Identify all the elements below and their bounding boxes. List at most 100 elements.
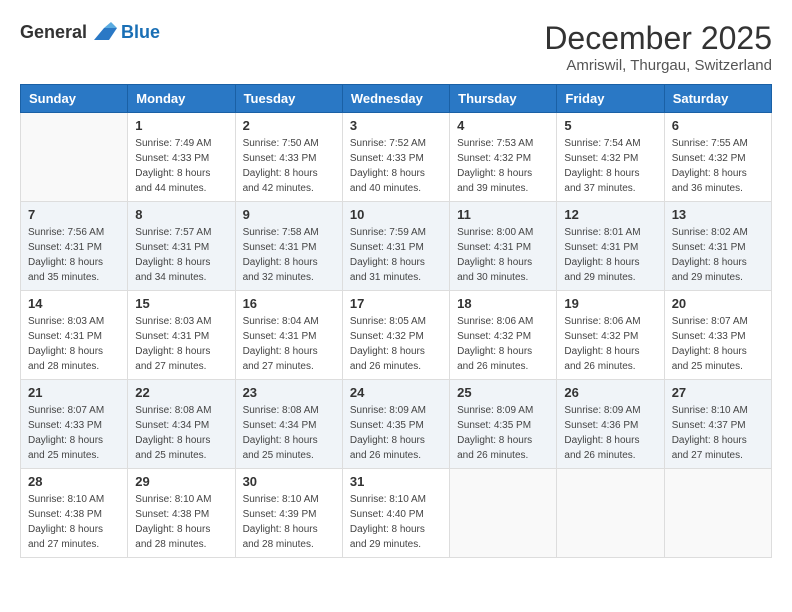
page-header: General Blue December 2025 Amriswil, Thu…: [20, 20, 772, 74]
calendar-cell: 31 Sunrise: 8:10 AMSunset: 4:40 PMDayligh…: [342, 469, 449, 558]
day-number: 24: [350, 385, 442, 400]
day-info: Sunrise: 7:52 AMSunset: 4:33 PMDaylight:…: [350, 136, 442, 196]
day-info: Sunrise: 8:00 AMSunset: 4:31 PMDaylight:…: [457, 225, 549, 285]
day-info: Sunrise: 8:09 AMSunset: 4:36 PMDaylight:…: [564, 403, 656, 463]
calendar-cell: 15 Sunrise: 8:03 AMSunset: 4:31 PMDayligh…: [128, 291, 235, 380]
weekday-header-thursday: Thursday: [450, 85, 557, 113]
day-info: Sunrise: 7:58 AMSunset: 4:31 PMDaylight:…: [243, 225, 335, 285]
day-number: 25: [457, 385, 549, 400]
weekday-header-saturday: Saturday: [664, 85, 771, 113]
calendar-cell: 5Sunrise: 7:54 AMSunset: 4:32 PMDaylight…: [557, 113, 664, 202]
calendar-week-row: 21 Sunrise: 8:07 AMSunset: 4:33 PMDayligh…: [21, 380, 772, 469]
day-number: 16: [243, 296, 335, 311]
day-info: Sunrise: 7:54 AMSunset: 4:32 PMDaylight:…: [564, 136, 656, 196]
calendar-week-row: 14Sunrise: 8:03 AMSunset: 4:31 PMDayligh…: [21, 291, 772, 380]
day-number: 18: [457, 296, 549, 311]
title-area: December 2025 Amriswil, Thurgau, Switzer…: [544, 20, 772, 74]
day-info: Sunrise: 8:03 AMSunset: 4:31 PMDaylight:…: [135, 314, 227, 374]
day-number: 4: [457, 118, 549, 133]
calendar-cell: 25 Sunrise: 8:09 AMSunset: 4:35 PMDayligh…: [450, 380, 557, 469]
day-number: 20: [672, 296, 764, 311]
calendar-week-row: 1Sunrise: 7:49 AMSunset: 4:33 PMDaylight…: [21, 113, 772, 202]
day-info: Sunrise: 8:08 AMSunset: 4:34 PMDaylight:…: [135, 403, 227, 463]
day-number: 6: [672, 118, 764, 133]
calendar-cell: 29Sunrise: 8:10 AMSunset: 4:38 PMDayligh…: [128, 469, 235, 558]
day-number: 9: [243, 207, 335, 222]
day-number: 8: [135, 207, 227, 222]
day-info: Sunrise: 8:04 AMSunset: 4:31 PMDaylight:…: [243, 314, 335, 374]
day-info: Sunrise: 7:53 AMSunset: 4:32 PMDaylight:…: [457, 136, 549, 196]
day-number: 31: [350, 474, 442, 489]
calendar-cell: 23 Sunrise: 8:08 AMSunset: 4:34 PMDayligh…: [235, 380, 342, 469]
day-number: 22: [135, 385, 227, 400]
weekday-header-sunday: Sunday: [21, 85, 128, 113]
calendar-cell: [664, 469, 771, 558]
day-info: Sunrise: 8:05 AMSunset: 4:32 PMDaylight:…: [350, 314, 442, 374]
weekday-header-monday: Monday: [128, 85, 235, 113]
weekday-header-tuesday: Tuesday: [235, 85, 342, 113]
day-number: 28: [28, 474, 120, 489]
day-info: Sunrise: 8:08 AMSunset: 4:34 PMDaylight:…: [243, 403, 335, 463]
calendar-cell: 12 Sunrise: 8:01 AMSunset: 4:31 PMDayligh…: [557, 202, 664, 291]
weekday-header-friday: Friday: [557, 85, 664, 113]
day-info: Sunrise: 7:57 AMSunset: 4:31 PMDaylight:…: [135, 225, 227, 285]
day-info: Sunrise: 8:10 AMSunset: 4:39 PMDaylight:…: [243, 492, 335, 552]
calendar-cell: 1Sunrise: 7:49 AMSunset: 4:33 PMDaylight…: [128, 113, 235, 202]
day-info: Sunrise: 8:07 AMSunset: 4:33 PMDaylight:…: [28, 403, 120, 463]
day-info: Sunrise: 7:49 AMSunset: 4:33 PMDaylight:…: [135, 136, 227, 196]
day-info: Sunrise: 8:02 AMSunset: 4:31 PMDaylight:…: [672, 225, 764, 285]
day-info: Sunrise: 7:55 AMSunset: 4:32 PMDaylight:…: [672, 136, 764, 196]
day-info: Sunrise: 8:03 AMSunset: 4:31 PMDaylight:…: [28, 314, 120, 374]
day-info: Sunrise: 7:56 AMSunset: 4:31 PMDaylight:…: [28, 225, 120, 285]
day-number: 13: [672, 207, 764, 222]
calendar-cell: 3Sunrise: 7:52 AMSunset: 4:33 PMDaylight…: [342, 113, 449, 202]
calendar-cell: 14Sunrise: 8:03 AMSunset: 4:31 PMDayligh…: [21, 291, 128, 380]
calendar-cell: 24 Sunrise: 8:09 AMSunset: 4:35 PMDayligh…: [342, 380, 449, 469]
day-number: 2: [243, 118, 335, 133]
calendar-week-row: 7 Sunrise: 7:56 AMSunset: 4:31 PMDaylight…: [21, 202, 772, 291]
day-info: Sunrise: 8:09 AMSunset: 4:35 PMDaylight:…: [457, 403, 549, 463]
day-info: Sunrise: 8:06 AMSunset: 4:32 PMDaylight:…: [457, 314, 549, 374]
calendar-cell: 19 Sunrise: 8:06 AMSunset: 4:32 PMDayligh…: [557, 291, 664, 380]
logo-blue: Blue: [121, 22, 160, 43]
calendar-cell: 21 Sunrise: 8:07 AMSunset: 4:33 PMDayligh…: [21, 380, 128, 469]
day-info: Sunrise: 8:09 AMSunset: 4:35 PMDaylight:…: [350, 403, 442, 463]
day-number: 23: [243, 385, 335, 400]
day-info: Sunrise: 7:59 AMSunset: 4:31 PMDaylight:…: [350, 225, 442, 285]
calendar-cell: 4 Sunrise: 7:53 AMSunset: 4:32 PMDaylight…: [450, 113, 557, 202]
day-info: Sunrise: 8:10 AMSunset: 4:38 PMDaylight:…: [135, 492, 227, 552]
calendar-cell: 17Sunrise: 8:05 AMSunset: 4:32 PMDayligh…: [342, 291, 449, 380]
day-number: 10: [350, 207, 442, 222]
day-number: 7: [28, 207, 120, 222]
calendar-cell: 18 Sunrise: 8:06 AMSunset: 4:32 PMDayligh…: [450, 291, 557, 380]
calendar-cell: 26Sunrise: 8:09 AMSunset: 4:36 PMDayligh…: [557, 380, 664, 469]
calendar-cell: 13 Sunrise: 8:02 AMSunset: 4:31 PMDayligh…: [664, 202, 771, 291]
day-number: 27: [672, 385, 764, 400]
month-title: December 2025: [544, 20, 772, 57]
day-info: Sunrise: 8:10 AMSunset: 4:37 PMDaylight:…: [672, 403, 764, 463]
calendar-cell: 9 Sunrise: 7:58 AMSunset: 4:31 PMDaylight…: [235, 202, 342, 291]
day-number: 15: [135, 296, 227, 311]
day-info: Sunrise: 8:06 AMSunset: 4:32 PMDaylight:…: [564, 314, 656, 374]
calendar-cell: 20 Sunrise: 8:07 AMSunset: 4:33 PMDayligh…: [664, 291, 771, 380]
day-info: Sunrise: 8:01 AMSunset: 4:31 PMDaylight:…: [564, 225, 656, 285]
calendar-cell: 6 Sunrise: 7:55 AMSunset: 4:32 PMDaylight…: [664, 113, 771, 202]
location-title: Amriswil, Thurgau, Switzerland: [544, 57, 772, 74]
calendar-cell: 8 Sunrise: 7:57 AMSunset: 4:31 PMDaylight…: [128, 202, 235, 291]
calendar-cell: 28 Sunrise: 8:10 AMSunset: 4:38 PMDayligh…: [21, 469, 128, 558]
calendar-cell: 2Sunrise: 7:50 AMSunset: 4:33 PMDaylight…: [235, 113, 342, 202]
logo-icon: [89, 20, 119, 44]
day-number: 21: [28, 385, 120, 400]
calendar-cell: 16 Sunrise: 8:04 AMSunset: 4:31 PMDayligh…: [235, 291, 342, 380]
calendar-cell: 22 Sunrise: 8:08 AMSunset: 4:34 PMDayligh…: [128, 380, 235, 469]
calendar-header-row: SundayMondayTuesdayWednesdayThursdayFrid…: [21, 85, 772, 113]
day-info: Sunrise: 8:10 AMSunset: 4:38 PMDaylight:…: [28, 492, 120, 552]
calendar-cell: 30Sunrise: 8:10 AMSunset: 4:39 PMDayligh…: [235, 469, 342, 558]
day-number: 12: [564, 207, 656, 222]
day-number: 19: [564, 296, 656, 311]
calendar-cell: 27 Sunrise: 8:10 AMSunset: 4:37 PMDayligh…: [664, 380, 771, 469]
day-info: Sunrise: 8:07 AMSunset: 4:33 PMDaylight:…: [672, 314, 764, 374]
day-info: Sunrise: 8:10 AMSunset: 4:40 PMDaylight:…: [350, 492, 442, 552]
logo: General Blue: [20, 20, 160, 44]
calendar-cell: [557, 469, 664, 558]
